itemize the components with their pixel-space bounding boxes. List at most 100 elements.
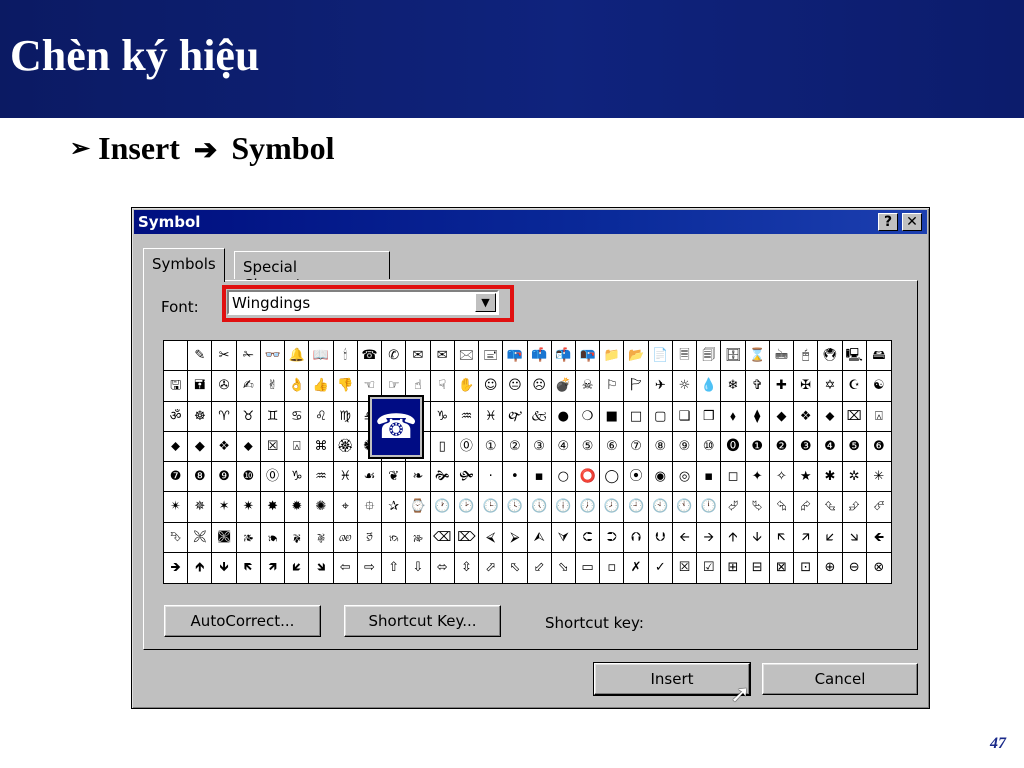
tab-symbols[interactable]: Symbols <box>143 248 225 282</box>
symbol-cell[interactable]: 👓 <box>260 341 286 372</box>
insert-button[interactable]: Insert <box>593 662 751 696</box>
symbol-cell[interactable]: ⌚ <box>406 492 431 523</box>
symbol-cell[interactable]: ⬥ <box>818 401 843 432</box>
symbol-cell[interactable]: ② <box>503 431 528 462</box>
symbol-cell[interactable]: ⓪ <box>454 431 480 462</box>
symbol-cell[interactable]: ⍓ <box>285 431 310 462</box>
symbol-cell[interactable]: ✎ <box>188 341 213 372</box>
symbol-cell[interactable]: ⮋ <box>648 522 673 553</box>
symbol-cell[interactable]: ♉ <box>236 401 261 432</box>
symbol-cell[interactable]: ⮉ <box>624 522 649 553</box>
symbol-cell[interactable]: ⮙ <box>527 522 552 553</box>
symbol-cell[interactable]: 🡯 <box>818 522 843 553</box>
symbol-cell[interactable]: ⌫ <box>430 522 455 553</box>
symbol-cell[interactable]: 🕕 <box>551 492 576 523</box>
symbol-cell[interactable]: ✱ <box>818 462 843 493</box>
symbol-cell[interactable]: ⬥ <box>164 431 189 462</box>
symbol-cell[interactable]: ⑩ <box>697 431 722 462</box>
symbol-cell[interactable]: ⇧ <box>382 552 407 583</box>
symbol-cell[interactable]: ♒ <box>309 462 334 493</box>
symbol-cell[interactable]: 🡬 <box>769 522 795 553</box>
symbol-cell[interactable]: ⮚ <box>503 522 528 553</box>
symbol-cell[interactable]: 🙒 <box>382 522 407 553</box>
symbol-cell[interactable]: ✞ <box>745 371 770 402</box>
symbol-cell[interactable]: ☪ <box>842 371 867 402</box>
symbol-cell[interactable]: ⊡ <box>794 552 819 583</box>
symbol-cell[interactable]: ① <box>479 431 504 462</box>
symbol-cell[interactable]: ✇ <box>212 371 237 402</box>
symbol-cell[interactable]: ⇩ <box>406 552 431 583</box>
symbol-cell[interactable]: ❖ <box>212 431 237 462</box>
symbol-cell[interactable]: ⌖ <box>333 492 358 523</box>
symbol-cell[interactable]: 🙔 <box>260 522 286 553</box>
symbol-cell[interactable]: 🕛 <box>697 492 722 523</box>
symbol-cell[interactable]: ⇨ <box>358 552 383 583</box>
symbol-cell[interactable]: ⊖ <box>843 552 867 583</box>
symbol-cell[interactable]: ♊ <box>260 401 286 432</box>
symbol-cell[interactable]: ☒ <box>260 431 286 462</box>
symbol-cell[interactable]: ⑦ <box>624 431 649 462</box>
symbol-cell[interactable]: 🕗 <box>600 492 625 523</box>
symbol-cell[interactable]: ⊟ <box>746 552 770 583</box>
symbol-cell[interactable]: ☟ <box>430 371 455 402</box>
symbol-cell[interactable]: ◆ <box>769 401 795 432</box>
cancel-button[interactable]: Cancel <box>762 663 918 695</box>
symbol-cell[interactable]: ☼ <box>672 371 698 402</box>
symbol-cell[interactable]: ✶ <box>212 492 237 523</box>
symbol-cell[interactable]: ▢ <box>648 401 673 432</box>
symbol-cell[interactable]: ♍ <box>333 401 358 432</box>
shortcut-key-button[interactable]: Shortcut Key... <box>344 605 501 637</box>
symbol-cell[interactable]: ✌ <box>260 371 286 402</box>
symbol-cell[interactable]: 🕔 <box>527 492 552 523</box>
symbol-cell[interactable]: 🡿 <box>285 552 310 583</box>
symbol-cell[interactable]: ♋ <box>285 401 310 432</box>
symbol-cell[interactable]: ▯ <box>430 431 455 462</box>
symbol-cell[interactable]: 👌 <box>285 371 310 402</box>
symbol-cell[interactable]: 🡼 <box>237 552 261 583</box>
symbol-cell[interactable]: • <box>503 462 528 493</box>
symbol-cell[interactable]: ✧ <box>769 462 795 493</box>
symbol-cell[interactable]: 🙞 <box>430 462 455 493</box>
symbol-cell[interactable]: 🖃 <box>479 341 504 372</box>
symbol-cell[interactable]: ☒ <box>673 552 698 583</box>
symbol-cell[interactable]: ✦ <box>745 462 770 493</box>
symbol-cell[interactable]: ☎ <box>357 341 383 372</box>
symbol-cell[interactable]: 🡺 <box>164 552 189 583</box>
symbol-cell[interactable]: ✳ <box>866 462 891 493</box>
symbol-cell[interactable]: ⮷ <box>164 522 189 553</box>
symbol-cell[interactable]: 🙟 <box>454 462 480 493</box>
symbol-cell[interactable]: 📪 <box>503 341 528 372</box>
symbol-cell[interactable]: 🙰 <box>503 401 528 432</box>
symbol-cell[interactable]: ⮘ <box>479 522 504 553</box>
symbol-cell[interactable]: 🖮 <box>769 341 795 372</box>
symbol-cell[interactable]: ✷ <box>236 492 261 523</box>
symbol-cell[interactable]: ◆ <box>188 431 213 462</box>
symbol-cell[interactable]: ❹ <box>818 431 843 462</box>
symbol-cell[interactable]: ⮛ <box>551 522 576 553</box>
symbol-cell[interactable]: ⊞ <box>721 552 746 583</box>
symbol-cell[interactable]: 🖫 <box>164 371 189 402</box>
symbol-cell[interactable]: 🖂 <box>454 341 480 372</box>
symbol-cell[interactable]: ✋ <box>454 371 480 402</box>
symbol-cell[interactable]: ⮲ <box>769 492 795 523</box>
symbol-cell[interactable]: ⊗ <box>867 553 891 583</box>
symbol-cell[interactable]: 👎 <box>333 371 358 402</box>
symbol-cell[interactable]: ○ <box>551 462 576 493</box>
symbol-cell[interactable]: ❿ <box>236 462 261 493</box>
symbol-cell[interactable]: ✓ <box>649 552 673 583</box>
symbol-cell[interactable]: ✲ <box>842 462 867 493</box>
symbol-cell[interactable]: ⇳ <box>455 552 480 583</box>
symbol-cell[interactable]: ⮱ <box>745 492 770 523</box>
symbol-cell[interactable]: ❸ <box>794 431 819 462</box>
symbol-cell[interactable]: 🖴 <box>866 341 891 372</box>
symbol-cell[interactable]: ▪ <box>527 462 552 493</box>
symbol-cell[interactable]: 👍 <box>309 371 334 402</box>
symbol-cell[interactable]: 🕐 <box>430 492 455 523</box>
symbol-cell[interactable]: 📭 <box>575 341 601 372</box>
symbol-cell[interactable]: ❄ <box>721 371 746 402</box>
symbol-cell[interactable]: ★ <box>794 462 819 493</box>
symbol-cell[interactable]: 🙑 <box>357 522 383 553</box>
symbol-cell[interactable]: ⓿ <box>721 431 746 462</box>
symbol-cell[interactable]: ♓ <box>479 401 504 432</box>
symbol-cell[interactable]: ⮰ <box>721 492 746 523</box>
